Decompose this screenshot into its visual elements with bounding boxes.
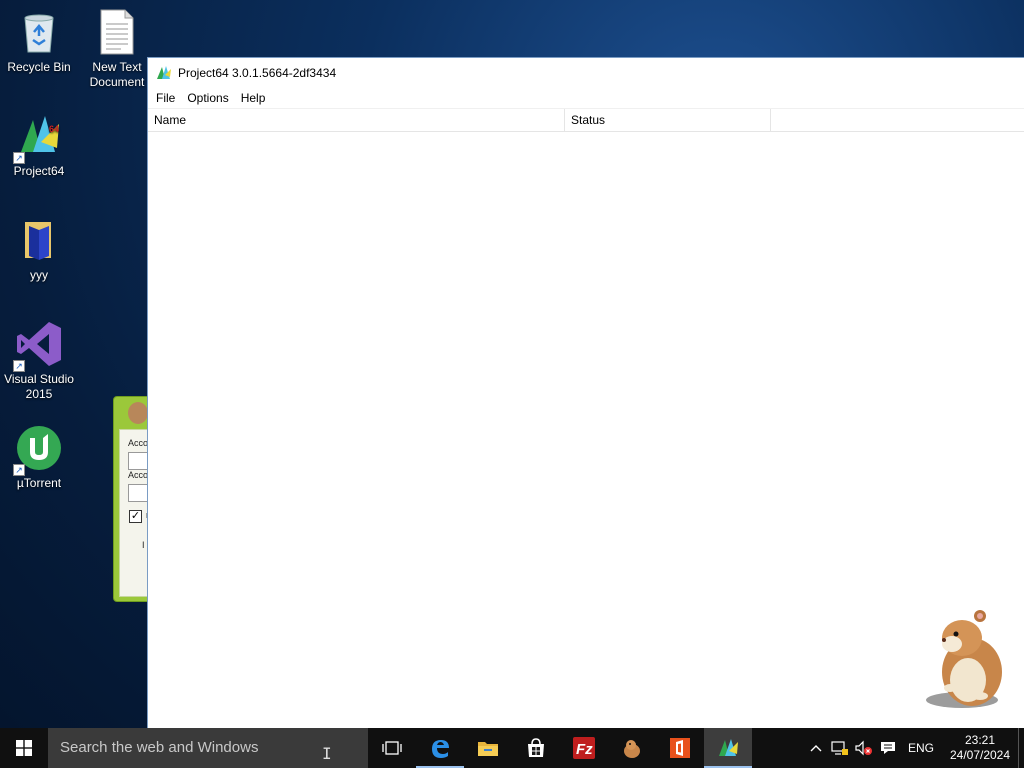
taskbar-edge[interactable]: [416, 728, 464, 768]
taskbar-file-explorer[interactable]: [464, 728, 512, 768]
desktop-icon-label: New Text Document: [89, 60, 145, 89]
desktop-icon-recycle-bin[interactable]: Recycle Bin: [0, 8, 78, 75]
shortcut-arrow-icon: ↗: [13, 360, 25, 372]
desktop-icon-new-text-document[interactable]: New Text Document: [78, 8, 156, 90]
input-language[interactable]: ENG: [900, 741, 942, 755]
account-label: Acco: [128, 438, 149, 448]
shortcut-arrow-icon: ↗: [13, 464, 25, 476]
taskbar-search-input[interactable]: Search the web and Windows: [48, 728, 368, 768]
menu-file[interactable]: File: [150, 88, 181, 108]
desktop-icon-label: Project64: [13, 164, 65, 178]
shortcut-arrow-icon: ↗: [13, 152, 25, 164]
taskbar-hamster-app[interactable]: [608, 728, 656, 768]
desktop-icon-label: Recycle Bin: [7, 60, 71, 74]
visual-studio-icon: ↗: [13, 320, 63, 372]
store-icon: [528, 738, 544, 757]
hamster-app-icon: [624, 740, 640, 758]
remember-checkbox[interactable]: ✓: [129, 510, 142, 523]
volume-muted-icon[interactable]: [852, 728, 876, 768]
show-desktop-button[interactable]: [1018, 728, 1024, 768]
desktop-icon-project64[interactable]: 64 ↗ Project64: [0, 112, 78, 179]
windows-logo-icon: [16, 740, 32, 756]
hamster-character[interactable]: [922, 604, 1012, 710]
file-explorer-icon: [478, 742, 498, 756]
desktop-icon-yyy[interactable]: yyy: [0, 216, 78, 283]
text-cursor-icon: I: [322, 744, 332, 763]
column-header-status[interactable]: Status: [565, 109, 771, 131]
menu-bar: File Options Help: [148, 88, 1024, 108]
folder-icon: [15, 216, 63, 264]
task-view-button[interactable]: [368, 728, 416, 768]
utorrent-icon: ↗: [13, 424, 63, 476]
desktop-icon-label: Visual Studio 2015: [4, 372, 74, 401]
filezilla-icon: Fz: [573, 737, 595, 759]
taskbar: Search the web and Windows Fz ENG 23:21 …: [0, 728, 1024, 768]
start-button[interactable]: [0, 728, 48, 768]
taskbar-store[interactable]: [512, 728, 560, 768]
taskbar-filezilla[interactable]: Fz: [560, 728, 608, 768]
taskbar-office[interactable]: [656, 728, 704, 768]
office-icon: [670, 738, 690, 758]
hamster-app-icon: [128, 402, 148, 424]
action-center-icon[interactable]: [876, 728, 900, 768]
recycle-bin-icon: [15, 8, 63, 56]
system-tray: ENG 23:21 24/07/2024: [804, 728, 1024, 768]
account-label-2: Acco: [128, 470, 149, 480]
desktop-icon-utorrent[interactable]: ↗ µTorrent: [0, 424, 78, 491]
project64-window[interactable]: Project64 3.0.1.5664-2df3434 File Option…: [147, 57, 1024, 728]
desktop-icon-label: yyy: [30, 268, 48, 282]
show-hidden-icons-chevron-icon[interactable]: [804, 728, 828, 768]
column-header-name[interactable]: Name: [148, 109, 565, 131]
network-icon[interactable]: [828, 728, 852, 768]
rom-list-body[interactable]: [148, 133, 1024, 728]
window-title: Project64 3.0.1.5664-2df3434: [178, 66, 337, 80]
clock[interactable]: 23:21 24/07/2024: [942, 733, 1018, 763]
clock-time: 23:21: [964, 733, 996, 747]
desktop-icon-label: µTorrent: [16, 476, 62, 490]
desktop-icon-visual-studio[interactable]: ↗ Visual Studio 2015: [0, 320, 78, 402]
window-titlebar[interactable]: Project64 3.0.1.5664-2df3434: [148, 58, 1024, 88]
svg-text:64: 64: [49, 124, 59, 134]
edge-icon: [432, 740, 449, 758]
project64-icon: [156, 65, 172, 81]
clock-date: 24/07/2024: [949, 748, 1011, 762]
project64-icon: 64 ↗: [13, 112, 63, 164]
menu-options[interactable]: Options: [181, 88, 234, 108]
text-document-icon: [93, 8, 141, 56]
info-text: I: [142, 540, 145, 550]
taskbar-project64[interactable]: [704, 728, 752, 768]
svg-text:Fz: Fz: [576, 741, 593, 758]
project64-icon: [719, 739, 738, 756]
rom-list-header: Name Status: [148, 108, 1024, 132]
menu-help[interactable]: Help: [235, 88, 272, 108]
task-view-icon: [382, 741, 402, 755]
